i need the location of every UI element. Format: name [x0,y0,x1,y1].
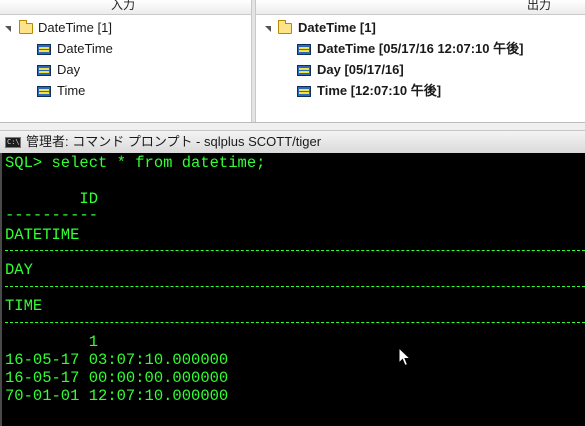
input-tree-item-label: Day [57,62,81,77]
mouse-cursor-icon [398,347,412,367]
expand-arrow-icon[interactable] [5,26,11,32]
output-tree-item-label: Time [12:07:10 午後] [317,83,442,98]
input-tree-root-label: DateTime [1] [38,20,112,35]
output-panel-title: 出力 [526,0,551,12]
column-header-day: DAY [5,261,33,279]
input-tree-item-datetime[interactable]: DateTime [0,40,250,58]
input-tree-item-label: DateTime [57,41,113,56]
field-icon [37,86,51,97]
row-value-time: 70-01-01 12:07:10.000000 [5,387,229,405]
command-prompt-icon-text: C:\ [7,138,20,146]
column-underline-time [5,322,585,323]
output-tree-item-label: DateTime [05/17/16 12:07:10 午後] [317,41,524,56]
input-panel: 入力 DateTime [1] DateTime Day Time [0,0,251,122]
output-tree-item-day[interactable]: Day [05/17/16] [256,61,584,79]
field-icon [297,86,311,97]
column-underline-day [5,286,585,287]
field-icon [37,44,51,55]
field-icon [297,65,311,76]
console-titlebar[interactable]: C:\ 管理者: コマンド プロンプト - sqlplus SCOTT/tige… [0,130,585,153]
row-value-day: 16-05-17 00:00:00.000000 [5,369,229,387]
folder-icon [19,20,33,34]
output-tree-root-label: DateTime [1] [298,20,376,35]
row-value-datetime: 16-05-17 03:07:10.000000 [5,351,229,369]
output-panel: 出力 DateTime [1] DateTime [05/17/16 12:07… [256,0,585,122]
column-underline-id: ---------- [5,206,99,224]
input-tree-root[interactable]: DateTime [1] [0,19,250,37]
command-prompt-icon[interactable]: C:\ [5,137,21,148]
output-tree-root[interactable]: DateTime [1] [256,19,584,37]
output-panel-header: 出力 [256,0,585,15]
console-output[interactable]: SQL> select * from datetime; ID --------… [0,153,585,426]
input-panel-title: 入力 [111,0,136,12]
field-icon [297,44,311,55]
input-panel-header: 入力 [0,0,251,15]
column-underline-datetime [5,250,585,251]
column-header-datetime: DATETIME [5,226,80,244]
input-tree-item-day[interactable]: Day [0,61,250,79]
expand-arrow-icon[interactable] [265,26,271,32]
row-value-id: 1 [5,333,99,351]
sql-prompt-line: SQL> select * from datetime; [5,154,266,172]
output-tree-item-label: Day [05/17/16] [317,62,404,77]
output-tree-item-datetime[interactable]: DateTime [05/17/16 12:07:10 午後] [256,40,584,58]
folder-icon [278,20,292,34]
input-tree-item-label: Time [57,83,86,98]
console-title: 管理者: コマンド プロンプト - sqlplus SCOTT/tiger [26,134,322,149]
column-header-time: TIME [5,297,43,315]
output-tree-item-time[interactable]: Time [12:07:10 午後] [256,82,584,100]
window-gap [0,122,585,130]
input-tree-item-time[interactable]: Time [0,82,250,100]
field-icon [37,65,51,76]
